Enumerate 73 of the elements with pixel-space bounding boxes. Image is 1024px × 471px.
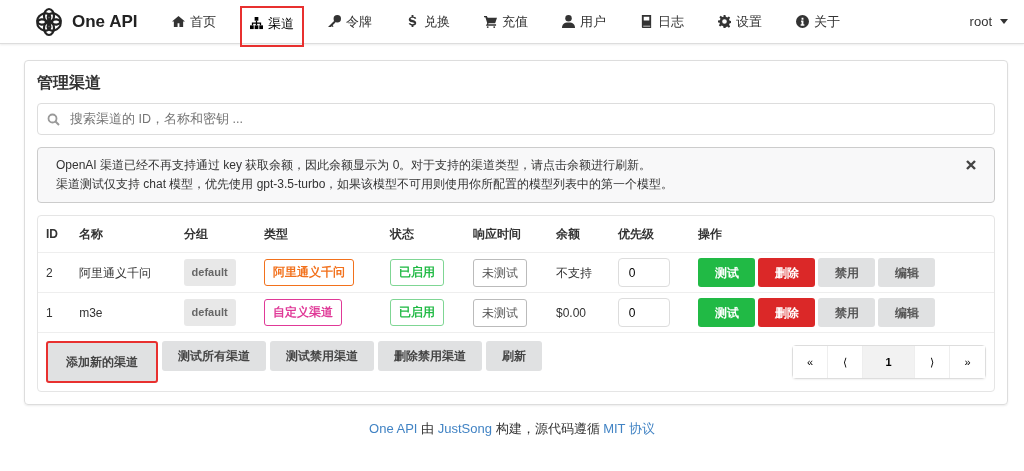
footer-text: 构建，源代码遵循 [494,421,601,436]
table-cell: $0.00 [556,305,587,320]
user-icon [561,15,575,28]
nav-item[interactable]: 关于 [785,5,850,38]
status-tag: 已启用 [390,298,444,327]
action-button[interactable]: 刷新 [486,341,542,371]
footer-text: 由 [420,421,436,436]
nav-item[interactable]: 日志 [629,5,694,38]
search-icon [47,113,60,126]
table-cell: 2 [46,265,53,280]
footer-link[interactable]: MIT 协议 [603,421,655,436]
delete-button[interactable]: 删除 [758,258,816,287]
caret-icon [1000,19,1008,24]
response-tag: 未测试 [473,258,527,287]
logo-icon [34,6,64,37]
column-header: 名称 [71,216,176,253]
nav-item[interactable]: 设置 [707,5,772,38]
disable-button[interactable]: 禁用 [818,298,876,327]
table-cell: 阿里通义千问 [79,265,152,280]
cart-icon [483,15,497,28]
nav-item[interactable]: 令牌 [317,5,382,38]
action-button[interactable]: 添加新的渠道 [46,341,158,383]
footer-link[interactable]: One API [369,421,418,436]
page-button[interactable]: ⟨ [828,346,863,378]
column-header: 分组 [175,216,257,253]
disable-button[interactable]: 禁用 [818,258,876,287]
info-icon [795,15,809,28]
brand-name[interactable]: One API [72,8,138,35]
column-header: 优先级 [609,216,691,253]
action-button[interactable]: 删除禁用渠道 [378,341,482,371]
action-button[interactable]: 测试禁用渠道 [270,341,374,371]
gear-icon [717,15,731,28]
notice-line: 渠道测试仅支持 chat 模型，优先使用 gpt-3.5-turbo，如果该模型不可用则使用你所配置的模型列表中的第一个模型。 [56,176,675,193]
page-title: 管理渠道 [37,73,102,93]
search-field[interactable]: 搜索渠道的 ID，名称和密钥 ... [37,103,995,135]
edit-button[interactable]: 编辑 [878,298,936,327]
notice-line: OpenAI 渠道已经不再支持通过 key 获取余额，因此余额显示为 0。对于支持的渠道类型，请点击余额进行刷新。 [56,157,653,174]
nav-item[interactable]: 充值 [473,5,538,38]
home-icon [171,15,185,28]
table-cell: 1 [46,305,53,320]
column-header: 余额 [548,216,610,253]
response-tag: 未测试 [473,298,527,327]
nav-item[interactable]: 渠道 [239,5,304,48]
nav-item[interactable]: 用户 [551,5,616,38]
page-button[interactable]: 1 [863,346,915,378]
nav-item[interactable]: 兑换 [395,5,460,38]
user-menu[interactable]: root [969,11,1008,32]
table-cell: m3e [79,305,103,320]
column-header: 响应时间 [465,216,548,253]
book-icon [639,15,653,28]
delete-button[interactable]: 删除 [758,298,816,327]
priority-field[interactable]: 0 [617,298,670,327]
group-tag: default [183,259,236,286]
column-header: ID [38,216,72,253]
column-header: 状态 [382,216,465,253]
footer-link[interactable]: JustSong [437,421,492,436]
sitemap-icon [249,17,263,30]
action-button[interactable]: 测试所有渠道 [162,341,266,371]
status-tag: 已启用 [390,258,444,287]
page-button[interactable]: » [950,346,985,378]
page-button[interactable]: ⟩ [915,346,950,378]
table-cell: 不支持 [556,265,592,280]
close-icon[interactable] [966,160,976,170]
column-header: 操作 [690,216,994,253]
edit-button[interactable]: 编辑 [878,258,936,287]
column-header: 类型 [256,216,382,253]
page-button[interactable]: « [793,346,828,378]
key-icon [327,15,341,28]
nav-item[interactable]: 首页 [161,5,226,38]
priority-field[interactable]: 0 [617,258,670,287]
group-tag: default [183,299,236,326]
type-tag: 阿里通义千问 [264,258,355,287]
type-tag: 自定义渠道 [264,298,343,327]
